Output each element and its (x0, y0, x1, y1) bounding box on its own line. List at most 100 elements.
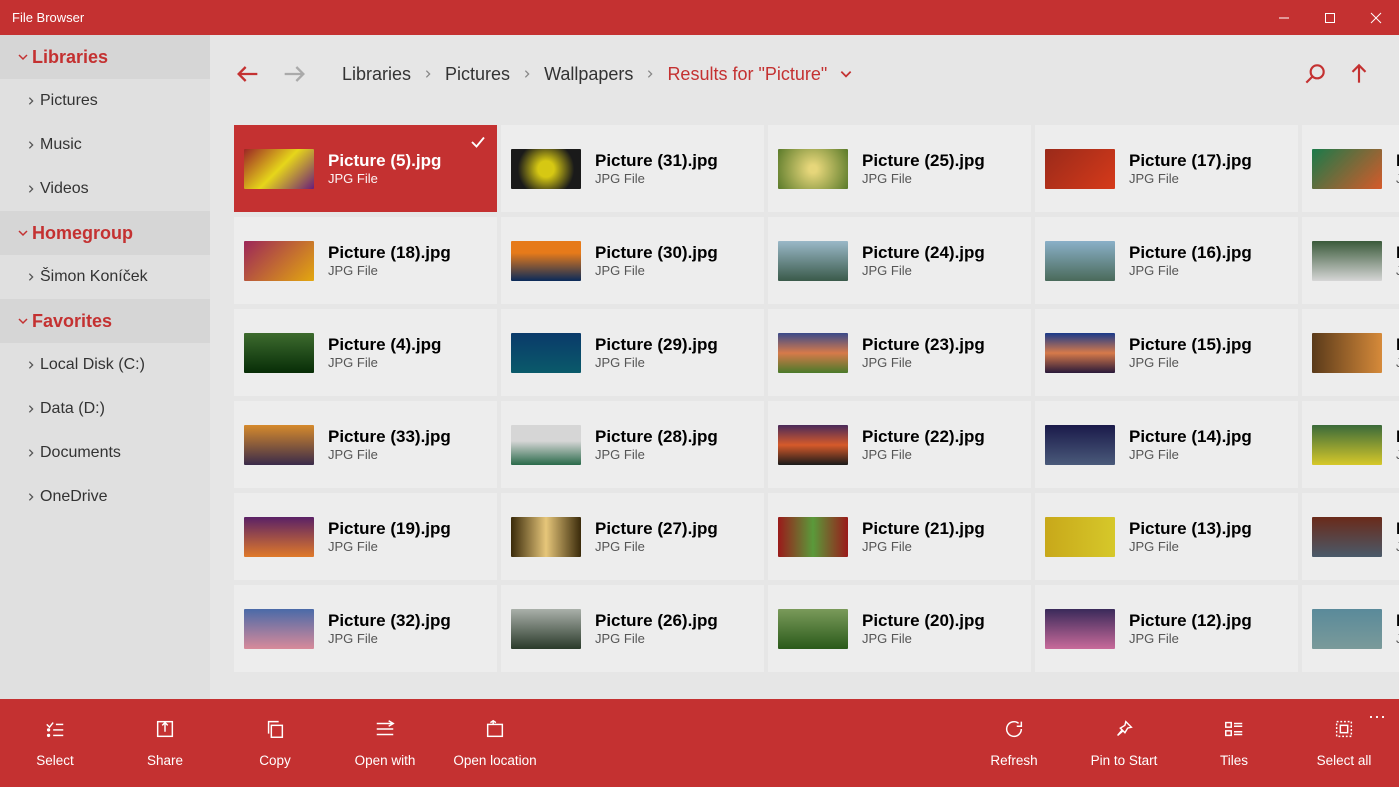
file-tile[interactable]: Picture (5).jpgJPG File (234, 125, 497, 212)
tiles-button[interactable]: Tiles (1179, 718, 1289, 768)
file-type: JPG File (595, 171, 754, 186)
file-name: Picture (5).jpg (328, 151, 487, 171)
file-type: JPG File (862, 447, 1021, 462)
sidebar-item[interactable]: Documents (0, 431, 210, 475)
copy-button[interactable]: Copy (220, 718, 330, 768)
file-tile[interactable]: Picture (21).jpgJPG File (768, 493, 1031, 580)
file-tile[interactable]: PJPG File (1302, 585, 1399, 672)
breadcrumb-item[interactable]: Pictures (441, 64, 514, 85)
file-tile[interactable]: Picture (16).jpgJPG File (1035, 217, 1298, 304)
close-button[interactable] (1353, 0, 1399, 35)
file-thumbnail (1312, 149, 1382, 189)
search-button[interactable] (1293, 52, 1337, 96)
select-button-icon (44, 718, 66, 745)
select-button[interactable]: Select (0, 718, 110, 768)
file-thumbnail (244, 333, 314, 373)
file-tile[interactable]: Picture (33).jpgJPG File (234, 401, 497, 488)
more-button[interactable]: ⋯ (1368, 707, 1387, 728)
chevron-right-icon (22, 271, 40, 283)
file-tile[interactable]: Picture (25).jpgJPG File (768, 125, 1031, 212)
up-button[interactable] (1337, 52, 1381, 96)
file-thumbnail (511, 609, 581, 649)
action-label: Copy (259, 753, 291, 768)
file-name: Picture (26).jpg (595, 611, 754, 631)
sidebar-item[interactable]: Videos (0, 167, 210, 211)
maximize-button[interactable] (1307, 0, 1353, 35)
file-thumbnail (1045, 425, 1115, 465)
back-button[interactable] (228, 54, 268, 94)
file-tile[interactable]: Picture (31).jpgJPG File (501, 125, 764, 212)
file-tile[interactable]: Picture (13).jpgJPG File (1035, 493, 1298, 580)
file-tile[interactable]: Picture (23).jpgJPG File (768, 309, 1031, 396)
sidebar-item[interactable]: Šimon Koníček (0, 255, 210, 299)
chevron-right-icon (22, 95, 40, 107)
file-name: Picture (28).jpg (595, 427, 754, 447)
file-thumbnail (1312, 333, 1382, 373)
file-tile[interactable]: Picture (22).jpgJPG File (768, 401, 1031, 488)
file-tile[interactable]: Picture (12).jpgJPG File (1035, 585, 1298, 672)
sidebar-section-favorites[interactable]: Favorites (0, 299, 210, 343)
file-tile[interactable]: PJPG File (1302, 217, 1399, 304)
file-tile[interactable]: Picture (15).jpgJPG File (1035, 309, 1298, 396)
file-tile[interactable]: Picture (29).jpgJPG File (501, 309, 764, 396)
file-tile[interactable]: Picture (27).jpgJPG File (501, 493, 764, 580)
file-tile[interactable]: Picture (4).jpgJPG File (234, 309, 497, 396)
sidebar-item-label: Data (D:) (40, 400, 105, 418)
refresh-button-icon (1003, 718, 1025, 745)
breadcrumb-current[interactable]: Results for "Picture" (663, 64, 831, 85)
minimize-button[interactable] (1261, 0, 1307, 35)
sidebar-item[interactable]: Music (0, 123, 210, 167)
file-name: Picture (4).jpg (328, 335, 487, 355)
file-thumbnail (778, 609, 848, 649)
breadcrumb-item[interactable]: Libraries (338, 64, 415, 85)
share-button-icon (154, 718, 176, 745)
sidebar-item[interactable]: OneDrive (0, 475, 210, 519)
file-tile[interactable]: Picture (30).jpgJPG File (501, 217, 764, 304)
pin-to-start-button[interactable]: Pin to Start (1069, 718, 1179, 768)
file-tile[interactable]: PJPG File (1302, 125, 1399, 212)
chevron-right-icon (514, 67, 540, 81)
file-tile[interactable]: Picture (14).jpgJPG File (1035, 401, 1298, 488)
sidebar-item[interactable]: Local Disk (C:) (0, 343, 210, 387)
chevron-right-icon (22, 403, 40, 415)
file-tile[interactable]: PJPG File (1302, 401, 1399, 488)
file-type: JPG File (862, 631, 1021, 646)
pin-to-start-button-icon (1113, 718, 1135, 745)
file-tile[interactable]: Picture (19).jpgJPG File (234, 493, 497, 580)
file-name: Picture (23).jpg (862, 335, 1021, 355)
file-tile[interactable]: Picture (26).jpgJPG File (501, 585, 764, 672)
file-thumbnail (511, 241, 581, 281)
file-thumbnail (1312, 609, 1382, 649)
check-icon (469, 133, 487, 156)
refresh-button[interactable]: Refresh (959, 718, 1069, 768)
file-type: JPG File (862, 539, 1021, 554)
file-tile[interactable]: Picture (18).jpgJPG File (234, 217, 497, 304)
forward-button[interactable] (274, 54, 314, 94)
file-tile[interactable]: Picture (24).jpgJPG File (768, 217, 1031, 304)
file-name: Picture (21).jpg (862, 519, 1021, 539)
action-label: Open with (355, 753, 416, 768)
file-tile[interactable]: Picture (32).jpgJPG File (234, 585, 497, 672)
file-name: Picture (33).jpg (328, 427, 487, 447)
open-with-button[interactable]: Open with (330, 718, 440, 768)
chevron-down-icon (14, 315, 32, 327)
share-button[interactable]: Share (110, 718, 220, 768)
sidebar-section-homegroup[interactable]: Homegroup (0, 211, 210, 255)
chevron-down-icon[interactable] (831, 67, 861, 81)
file-tile[interactable]: PJPG File (1302, 309, 1399, 396)
file-type: JPG File (1129, 171, 1288, 186)
open-location-button[interactable]: Open location (440, 718, 550, 768)
file-tile[interactable]: Picture (17).jpgJPG File (1035, 125, 1298, 212)
file-tile[interactable]: Picture (28).jpgJPG File (501, 401, 764, 488)
file-type: JPG File (1129, 631, 1288, 646)
file-tile[interactable]: PJPG File (1302, 493, 1399, 580)
sidebar-section-libraries[interactable]: Libraries (0, 35, 210, 79)
file-tile[interactable]: Picture (20).jpgJPG File (768, 585, 1031, 672)
file-name: Picture (31).jpg (595, 151, 754, 171)
sidebar-item[interactable]: Pictures (0, 79, 210, 123)
breadcrumb-item[interactable]: Wallpapers (540, 64, 637, 85)
copy-button-icon (264, 718, 286, 745)
file-name: Picture (14).jpg (1129, 427, 1288, 447)
sidebar-item[interactable]: Data (D:) (0, 387, 210, 431)
file-type: JPG File (328, 539, 487, 554)
